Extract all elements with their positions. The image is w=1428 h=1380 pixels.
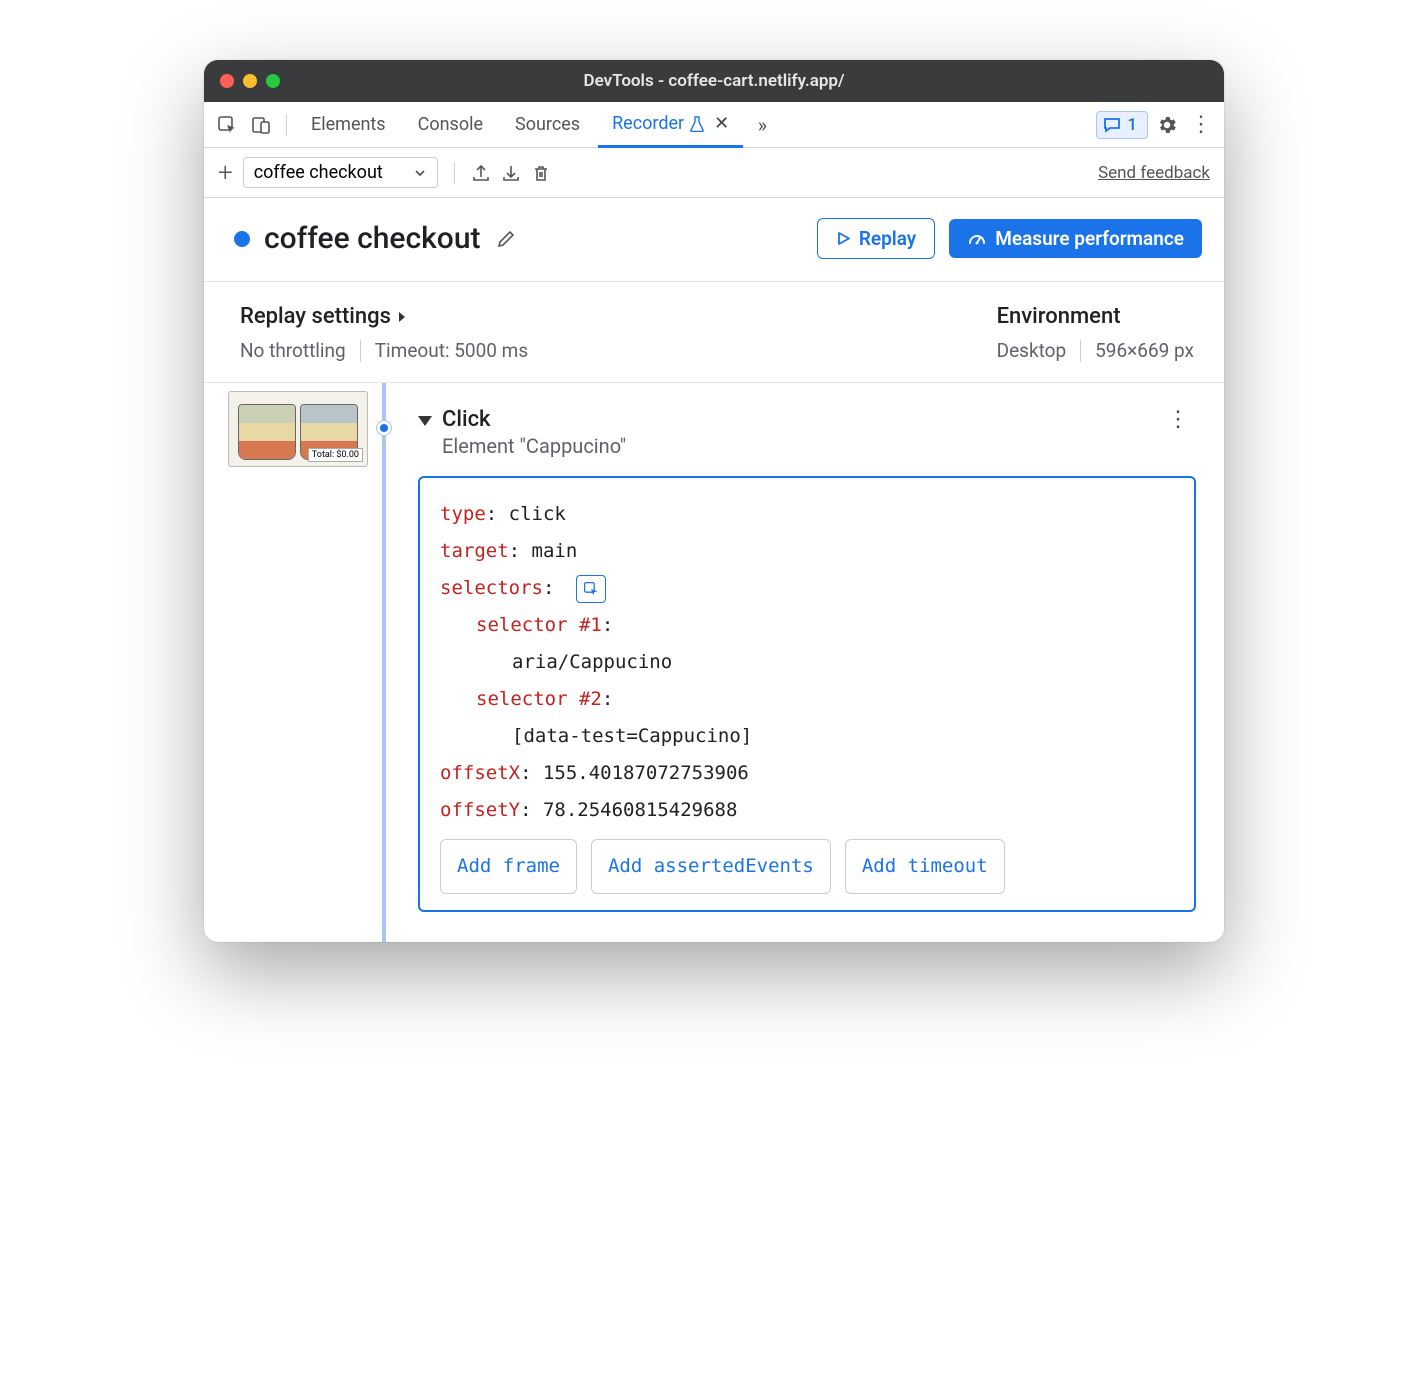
minimize-window-button[interactable] (243, 74, 257, 88)
tab-recorder-label: Recorder (612, 113, 684, 134)
step-details: type: click target: main selectors: sele… (418, 476, 1196, 912)
measure-label: Measure performance (995, 227, 1184, 250)
steps-content: Total: $0.00 Click Element "Cappucino" ⋮… (204, 383, 1224, 942)
gauge-icon (967, 229, 987, 249)
field-key-type[interactable]: type (440, 503, 486, 525)
recorder-toolbar: + coffee checkout Send feedback (204, 148, 1224, 198)
tab-elements[interactable]: Elements (297, 102, 400, 148)
flask-icon (690, 116, 704, 132)
settings-row: Replay settings No throttling Timeout: 5… (204, 282, 1224, 383)
divider (360, 340, 361, 362)
issues-badge[interactable]: 1 (1096, 111, 1148, 139)
field-val-offsetx[interactable]: 155.40187072753906 (543, 762, 749, 784)
field-val-offsety[interactable]: 78.25460815429688 (543, 799, 737, 821)
delete-icon[interactable] (531, 163, 551, 183)
play-icon (836, 231, 851, 246)
collapse-step-icon[interactable] (418, 416, 432, 426)
replay-settings: Replay settings No throttling Timeout: 5… (240, 304, 528, 362)
replay-button[interactable]: Replay (817, 218, 935, 259)
message-icon (1103, 116, 1121, 134)
cup-icon (238, 404, 296, 460)
environment-heading: Environment (997, 304, 1194, 329)
new-recording-icon[interactable]: + (218, 158, 233, 188)
inspect-element-icon[interactable] (212, 110, 242, 140)
close-tab-icon[interactable]: ✕ (714, 113, 729, 134)
window-controls (220, 74, 280, 88)
viewport-value: 596×669 px (1095, 339, 1194, 362)
step-title: Click (442, 407, 626, 432)
tab-sources[interactable]: Sources (501, 102, 594, 148)
add-frame-button[interactable]: Add frame (440, 839, 577, 894)
tab-console[interactable]: Console (404, 102, 497, 148)
recording-status-dot (234, 231, 250, 247)
add-timeout-button[interactable]: Add timeout (845, 839, 1005, 894)
panel-tabbar: Elements Console Sources Recorder ✕ » 1 … (204, 102, 1224, 148)
timeline (364, 383, 404, 942)
chevron-right-icon (397, 310, 407, 324)
field-key-selectors[interactable]: selectors (440, 577, 543, 599)
step-thumbnail[interactable]: Total: $0.00 (228, 391, 368, 467)
thumbnail-column: Total: $0.00 (204, 383, 364, 942)
step-subtitle: Element "Cappucino" (442, 434, 626, 458)
add-asserted-events-button[interactable]: Add assertedEvents (591, 839, 831, 894)
selector-1-key[interactable]: selector #1 (476, 614, 602, 636)
recording-header: coffee checkout Replay Measure performan… (204, 198, 1224, 282)
field-val-target[interactable]: main (532, 540, 578, 562)
field-key-offsetx[interactable]: offsetX (440, 762, 520, 784)
close-window-button[interactable] (220, 74, 234, 88)
divider (454, 162, 455, 184)
export-icon[interactable] (471, 163, 491, 183)
field-key-offsety[interactable]: offsetY (440, 799, 520, 821)
import-icon[interactable] (501, 163, 521, 183)
recording-title: coffee checkout (264, 221, 481, 256)
step-panel: Click Element "Cappucino" ⋮ type: click … (404, 383, 1224, 942)
selector-2-key[interactable]: selector #2 (476, 688, 602, 710)
issues-count: 1 (1127, 115, 1137, 135)
selector-1-val[interactable]: aria/Cappucino (512, 651, 672, 673)
window-title: DevTools - coffee-cart.netlify.app/ (204, 71, 1224, 91)
more-tabs-icon[interactable]: » (747, 110, 777, 140)
send-feedback-link[interactable]: Send feedback (1098, 163, 1210, 183)
replay-settings-heading[interactable]: Replay settings (240, 304, 528, 329)
settings-gear-icon[interactable] (1152, 110, 1182, 140)
field-val-type[interactable]: click (509, 503, 566, 525)
zoom-window-button[interactable] (266, 74, 280, 88)
divider (1080, 340, 1081, 362)
replay-label: Replay (859, 227, 916, 250)
recording-name: coffee checkout (254, 162, 383, 183)
measure-performance-button[interactable]: Measure performance (949, 219, 1202, 258)
device-toolbar-icon[interactable] (246, 110, 276, 140)
throttling-value: No throttling (240, 339, 346, 362)
edit-title-icon[interactable] (495, 228, 517, 250)
more-menu-icon[interactable]: ⋮ (1186, 110, 1216, 140)
devtools-window: DevTools - coffee-cart.netlify.app/ Elem… (204, 60, 1224, 942)
pick-selector-icon[interactable] (576, 575, 606, 603)
tab-recorder[interactable]: Recorder ✕ (598, 102, 743, 148)
field-key-target[interactable]: target (440, 540, 509, 562)
timeout-value: Timeout: 5000 ms (375, 339, 528, 362)
step-menu-icon[interactable]: ⋮ (1161, 407, 1196, 432)
device-value: Desktop (997, 339, 1067, 362)
recording-dropdown[interactable]: coffee checkout (243, 157, 438, 188)
selector-2-val[interactable]: [data-test=Cappucino] (512, 725, 752, 747)
titlebar: DevTools - coffee-cart.netlify.app/ (204, 60, 1224, 102)
environment-settings: Environment Desktop 596×669 px (997, 304, 1194, 362)
divider (286, 114, 287, 136)
chevron-down-icon (413, 166, 427, 180)
thumb-price: Total: $0.00 (308, 448, 363, 462)
timeline-step-dot (377, 421, 391, 435)
